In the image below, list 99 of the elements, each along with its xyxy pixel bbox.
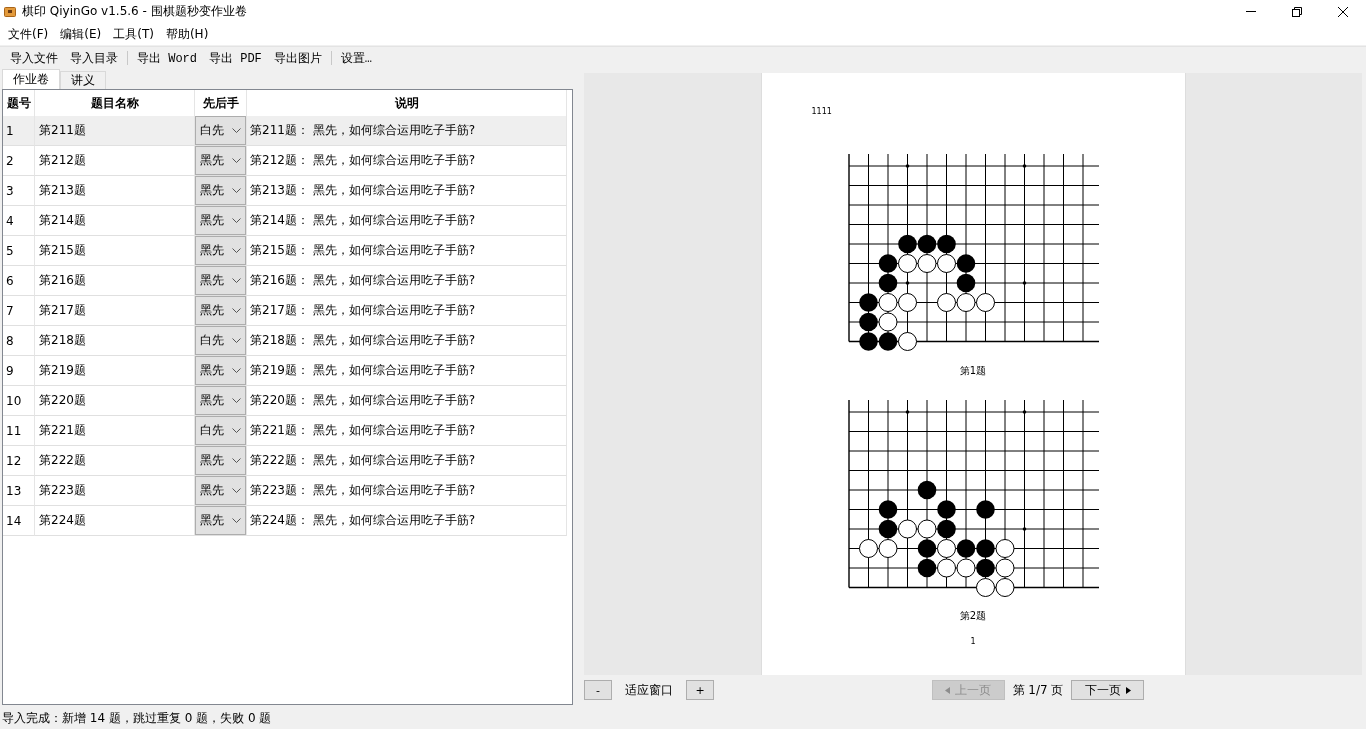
table-cell: 第220题： 黑先，如何综合运用吃子手筋? (247, 386, 567, 416)
table-cell: 第224题： 黑先，如何综合运用吃子手筋? (247, 506, 567, 536)
chevron-down-icon (232, 308, 241, 313)
table-cell: 第214题 (35, 206, 195, 236)
move-order-dropdown[interactable]: 黑先 (195, 446, 246, 475)
table-cell: 第222题： 黑先，如何综合运用吃子手筋? (247, 446, 567, 476)
table-cell: 第220题 (35, 386, 195, 416)
move-order-dropdown[interactable]: 黑先 (195, 206, 246, 235)
minimize-icon (1246, 11, 1256, 12)
chevron-down-icon (232, 248, 241, 253)
move-order-dropdown[interactable]: 黑先 (195, 266, 246, 295)
table-cell: 第223题 (35, 476, 195, 506)
left-triangle-icon (945, 686, 950, 694)
chevron-down-icon (232, 188, 241, 193)
table-cell: 第221题： 黑先，如何综合运用吃子手筋? (247, 416, 567, 446)
chevron-down-icon (232, 218, 241, 223)
table-cell: 9 (3, 356, 35, 386)
zoom-out-button[interactable]: - (584, 680, 612, 700)
move-order-dropdown[interactable]: 黑先 (195, 506, 246, 535)
table-cell: 第214题： 黑先，如何综合运用吃子手筋? (247, 206, 567, 236)
menu-item[interactable]: 文件(F) (2, 25, 55, 43)
page-indicator: 第 1/7 页 (1012, 681, 1064, 699)
table-cell: 12 (3, 446, 35, 476)
table-cell: 第211题 (35, 116, 195, 146)
table-cell: 第217题： 黑先，如何综合运用吃子手筋? (247, 296, 567, 326)
zoom-in-button[interactable]: + (686, 680, 714, 700)
move-order-dropdown[interactable]: 黑先 (195, 236, 246, 265)
close-icon (1338, 6, 1348, 17)
move-order-dropdown[interactable]: 黑先 (195, 476, 246, 505)
menu-item[interactable]: 帮助(H) (159, 25, 215, 43)
chevron-down-icon (232, 158, 241, 163)
right-triangle-icon (1125, 686, 1131, 694)
tab[interactable]: 讲义 (60, 71, 106, 89)
table-cell: 3 (3, 176, 35, 206)
table-cell: 1 (3, 116, 35, 146)
toolbar-button[interactable]: 导出图片 (267, 48, 328, 68)
table-cell: 11 (3, 416, 35, 446)
move-order-dropdown[interactable]: 黑先 (195, 296, 246, 325)
table-cell: 第215题： 黑先，如何综合运用吃子手筋? (247, 236, 567, 266)
toolbar-button[interactable]: 导出 Word (131, 48, 203, 68)
window-title: 棋印 QiyinGo v1.5.6 - 围棋题秒变作业卷 (22, 3, 248, 20)
table-cell: 13 (3, 476, 35, 506)
table-cell: 第224题 (35, 506, 195, 536)
restore-icon (1292, 6, 1302, 17)
table-cell: 第223题： 黑先，如何综合运用吃子手筋? (247, 476, 567, 506)
toolbar-button[interactable]: 导出 PDF (203, 48, 268, 68)
page-header: 1111 (811, 107, 832, 116)
menu-item[interactable]: 编辑(E) (54, 25, 108, 43)
next-page-button[interactable]: 下一页 (1071, 680, 1145, 700)
table-cell: 第217题 (35, 296, 195, 326)
table-cell: 6 (3, 266, 35, 296)
table-cell: 4 (3, 206, 35, 236)
chevron-down-icon (232, 338, 241, 343)
table-cell: 第219题： 黑先，如何综合运用吃子手筋? (247, 356, 567, 386)
table-cell: 14 (3, 506, 35, 536)
app-icon (4, 5, 16, 18)
chevron-down-icon (232, 398, 241, 403)
table-cell: 第221题 (35, 416, 195, 446)
table-cell: 第212题： 黑先，如何综合运用吃子手筋? (247, 146, 567, 176)
chevron-down-icon (232, 428, 241, 433)
table-cell: 第213题 (35, 176, 195, 206)
table-cell: 第218题： 黑先，如何综合运用吃子手筋? (247, 326, 567, 356)
page-number: 1 (970, 637, 976, 646)
fit-window-label: 适应窗口 (625, 681, 673, 699)
chevron-down-icon (232, 518, 241, 523)
table-cell: 第211题： 黑先，如何综合运用吃子手筋? (247, 116, 567, 146)
problem-caption: 第2题 (959, 609, 987, 623)
table-cell: 第213题： 黑先，如何综合运用吃子手筋? (247, 176, 567, 206)
table-cell: 第222题 (35, 446, 195, 476)
table-cell: 第215题 (35, 236, 195, 266)
table-cell: 第218题 (35, 326, 195, 356)
table-cell: 第216题 (35, 266, 195, 296)
table-cell: 5 (3, 236, 35, 266)
chevron-down-icon (232, 278, 241, 283)
move-order-dropdown[interactable]: 黑先 (195, 146, 246, 175)
chevron-down-icon (232, 128, 241, 133)
move-order-dropdown[interactable]: 黑先 (195, 356, 246, 385)
move-order-dropdown[interactable]: 白先 (195, 416, 246, 445)
chevron-down-icon (232, 458, 241, 463)
toolbar-button[interactable]: 导入目录 (64, 48, 124, 68)
move-order-dropdown[interactable]: 黑先 (195, 176, 246, 205)
status-text: 导入完成：新增 14 题，跳过重复 0 题，失败 0 题 (1, 709, 273, 727)
move-order-dropdown[interactable]: 黑先 (195, 386, 246, 415)
move-order-dropdown[interactable]: 白先 (195, 326, 246, 355)
table-cell: 第219题 (35, 356, 195, 386)
chevron-down-icon (232, 488, 241, 493)
table-cell: 第216题： 黑先，如何综合运用吃子手筋? (247, 266, 567, 296)
toolbar-button[interactable]: 设置… (334, 48, 379, 68)
problem-caption: 第1题 (959, 363, 987, 378)
table-cell: 7 (3, 296, 35, 326)
menu-item[interactable]: 工具(T) (107, 25, 160, 43)
table-cell: 第212题 (35, 146, 195, 176)
table-cell: 10 (3, 386, 35, 416)
chevron-down-icon (232, 368, 241, 373)
tab[interactable]: 作业卷 (2, 69, 60, 89)
table-cell: 2 (3, 146, 35, 176)
table-cell: 8 (3, 326, 35, 356)
toolbar-button[interactable]: 导入文件 (4, 48, 64, 68)
move-order-dropdown[interactable]: 白先 (195, 116, 246, 145)
